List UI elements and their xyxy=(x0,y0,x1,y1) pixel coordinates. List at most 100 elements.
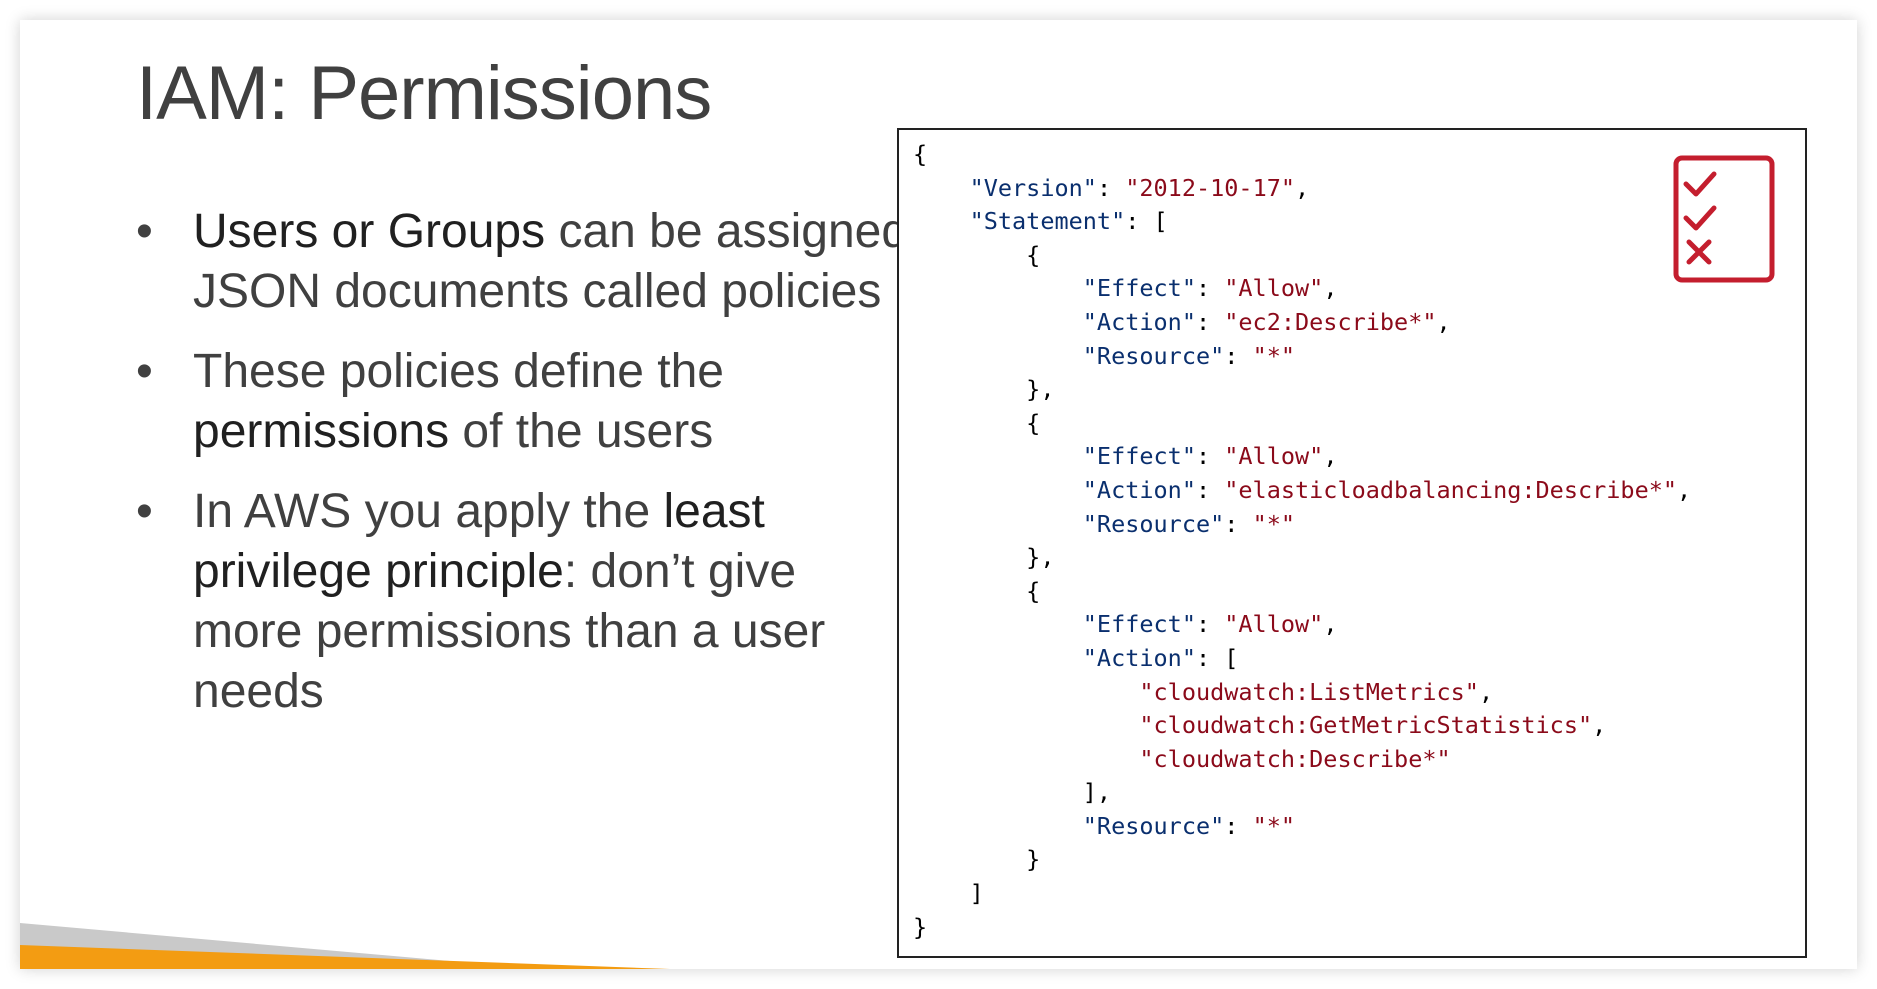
json-punctuation: }, xyxy=(913,375,1055,404)
json-punctuation: : xyxy=(1096,173,1126,202)
code-line: "Action": [ xyxy=(913,642,1691,676)
code-line: ] xyxy=(913,877,1691,911)
bullet-text: of the users xyxy=(449,405,714,458)
code-line: { xyxy=(913,407,1691,441)
json-punctuation xyxy=(913,174,970,202)
bullet-item: In AWS you apply the least privilege pri… xyxy=(136,482,916,722)
cross-mark-icon xyxy=(1686,239,1712,265)
json-punctuation xyxy=(913,812,1083,840)
code-line: "cloudwatch:ListMetrics", xyxy=(913,676,1691,710)
json-punctuation xyxy=(913,274,1083,302)
json-punctuation: : xyxy=(1195,610,1225,639)
code-line: "Effect": "Allow", xyxy=(913,272,1691,306)
json-string: "*" xyxy=(1252,811,1296,840)
json-key: "Effect" xyxy=(1082,274,1196,303)
json-punctuation xyxy=(913,745,1139,773)
bullet-emphasis: Users or Groups xyxy=(193,205,546,258)
checklist-icon xyxy=(1673,155,1775,283)
json-key: "Resource" xyxy=(1082,811,1225,840)
json-punctuation: : xyxy=(1224,341,1253,370)
code-line: "Effect": "Allow", xyxy=(913,608,1691,642)
policy-json-code: { "Version": "2012-10-17", "Statement": … xyxy=(913,138,1691,944)
code-line: }, xyxy=(913,541,1691,575)
json-punctuation: : [ xyxy=(1195,643,1239,672)
code-line: "cloudwatch:GetMetricStatistics", xyxy=(913,709,1691,743)
bullet-item: These policies define the permissions of… xyxy=(136,342,916,462)
code-line: "Resource": "*" xyxy=(913,340,1691,374)
check-mark-1-icon xyxy=(1683,171,1717,197)
json-string: "elasticloadbalancing:Describe*" xyxy=(1224,475,1678,504)
json-string: "Allow" xyxy=(1224,274,1324,303)
json-punctuation: : xyxy=(1195,475,1225,504)
json-key: "Version" xyxy=(969,173,1097,202)
json-punctuation: : [ xyxy=(1125,207,1168,236)
json-string: "Allow" xyxy=(1224,442,1324,471)
bullet-emphasis: permissions xyxy=(193,405,450,458)
code-line: }, xyxy=(913,373,1691,407)
code-line: ], xyxy=(913,776,1691,810)
json-punctuation xyxy=(913,644,1083,672)
json-punctuation: , xyxy=(1677,475,1692,504)
code-line: "Action": "ec2:Describe*", xyxy=(913,306,1691,340)
json-punctuation: { xyxy=(913,576,1041,605)
json-key: "Action" xyxy=(1082,307,1196,336)
json-punctuation xyxy=(913,308,1083,336)
json-key: "Effect" xyxy=(1082,610,1196,639)
code-line: "Resource": "*" xyxy=(913,810,1691,844)
json-punctuation: : xyxy=(1195,274,1225,303)
slide-title: IAM: Permissions xyxy=(136,51,712,136)
code-line: "Effect": "Allow", xyxy=(913,440,1691,474)
json-key: "Effect" xyxy=(1082,442,1196,471)
json-punctuation xyxy=(913,510,1083,538)
code-line: "Statement": [ xyxy=(913,205,1691,239)
json-string: "*" xyxy=(1252,509,1296,538)
json-punctuation: { xyxy=(913,140,928,168)
json-key: "Resource" xyxy=(1082,509,1225,538)
json-punctuation: , xyxy=(1436,307,1451,336)
json-key: "Action" xyxy=(1082,643,1196,672)
code-line: "Version": "2012-10-17", xyxy=(913,172,1691,206)
check-mark-2-icon xyxy=(1683,205,1717,231)
bullet-text: These policies define the xyxy=(193,345,724,398)
code-line: { xyxy=(913,138,1691,172)
json-punctuation xyxy=(913,442,1083,470)
json-string: "cloudwatch:ListMetrics" xyxy=(1139,677,1479,706)
json-key: "Action" xyxy=(1082,475,1196,504)
code-line: "Resource": "*" xyxy=(913,508,1691,542)
code-line: } xyxy=(913,843,1691,877)
json-punctuation: : xyxy=(1224,509,1253,538)
json-punctuation: ], xyxy=(913,778,1112,807)
bullet-list: Users or Groups can be assigned JSON doc… xyxy=(136,202,916,742)
json-punctuation: , xyxy=(1295,173,1310,202)
code-line: { xyxy=(913,575,1691,609)
bullet-item: Users or Groups can be assigned JSON doc… xyxy=(136,202,916,322)
json-string: "Allow" xyxy=(1224,610,1324,639)
json-punctuation: , xyxy=(1323,442,1338,471)
json-punctuation xyxy=(913,476,1083,504)
json-key: "Resource" xyxy=(1082,341,1225,370)
slide: IAM: Permissions Users or Groups can be … xyxy=(20,20,1857,969)
json-punctuation xyxy=(913,342,1083,370)
json-punctuation: { xyxy=(913,408,1041,437)
json-punctuation xyxy=(913,678,1139,706)
json-punctuation: }, xyxy=(913,543,1055,572)
json-string: "ec2:Describe*" xyxy=(1224,307,1437,336)
code-line: "Action": "elasticloadbalancing:Describe… xyxy=(913,474,1691,508)
json-punctuation xyxy=(913,207,970,235)
json-punctuation: , xyxy=(1592,711,1607,740)
decorative-bottom-band xyxy=(20,923,670,969)
json-punctuation: : xyxy=(1195,307,1225,336)
json-string: "cloudwatch:Describe*" xyxy=(1139,744,1451,773)
json-string: "*" xyxy=(1252,341,1296,370)
bullet-text: In AWS you apply the xyxy=(193,485,664,538)
json-punctuation xyxy=(913,610,1083,638)
code-line: "cloudwatch:Describe*" xyxy=(913,743,1691,777)
json-punctuation: , xyxy=(1323,610,1338,639)
json-string: "2012-10-17" xyxy=(1125,173,1296,202)
json-key: "Statement" xyxy=(969,207,1126,236)
json-punctuation xyxy=(913,711,1139,739)
json-punctuation: { xyxy=(913,240,1041,269)
json-punctuation: : xyxy=(1195,442,1225,471)
json-punctuation: , xyxy=(1323,274,1338,303)
json-punctuation: } xyxy=(913,845,1041,874)
